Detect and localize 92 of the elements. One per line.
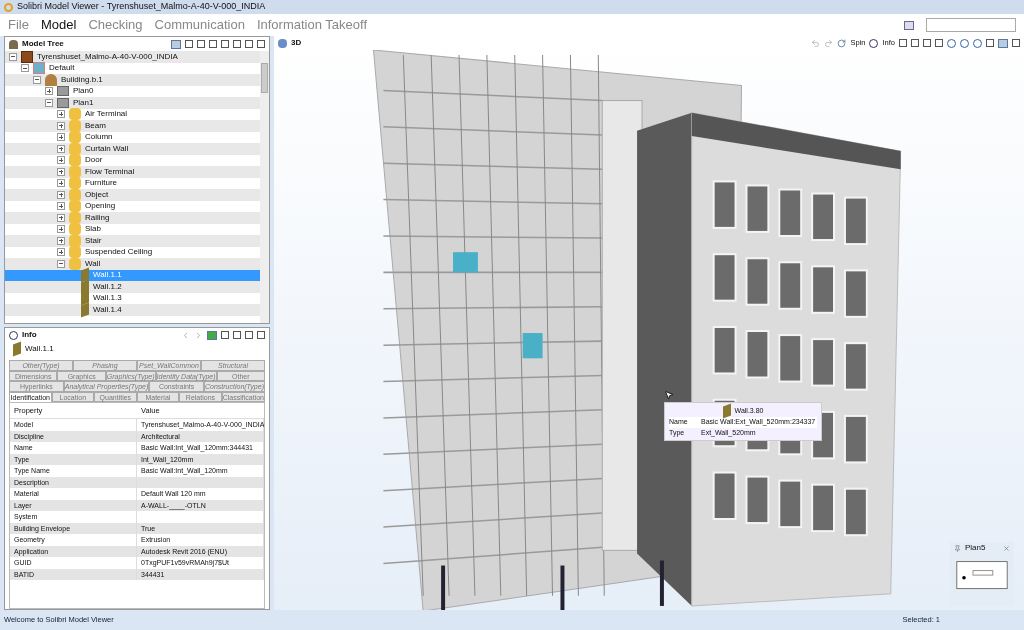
tree-item[interactable]: Flow Terminal — [5, 166, 260, 178]
expand-icon[interactable] — [57, 179, 65, 188]
folder-icon — [69, 200, 81, 213]
tree-label: Furniture — [85, 177, 117, 190]
tree-item[interactable]: Curtain Wall — [5, 143, 260, 155]
tree-label: Stair — [85, 234, 102, 247]
expand-icon[interactable] — [57, 213, 65, 222]
tree-item[interactable]: Object — [5, 189, 260, 201]
tree-item[interactable]: Beam — [5, 120, 260, 132]
tree-item[interactable]: Building.b.1 — [5, 74, 260, 86]
tree-item[interactable]: Wall — [5, 258, 260, 270]
tree-label: Wall.1.3 — [93, 292, 122, 305]
tree-label: Column — [85, 131, 113, 144]
collapse-icon[interactable] — [45, 98, 53, 107]
tree-label: Wall.1.1 — [93, 269, 122, 282]
tree-label: Building.b.1 — [61, 73, 103, 86]
folder-icon — [69, 154, 81, 167]
tree-label: Air Terminal — [85, 108, 128, 121]
app-logo-icon — [4, 2, 13, 12]
tree-label: Curtain Wall — [85, 142, 129, 155]
folder-icon — [69, 257, 81, 270]
folder-icon — [69, 142, 81, 155]
rotate-icon[interactable] — [837, 38, 847, 48]
expand-icon[interactable] — [57, 144, 65, 153]
tree-item[interactable]: Stair — [5, 235, 260, 247]
expand-icon[interactable] — [57, 190, 65, 199]
window-title: Solibri Model Viewer - Tyrenshuset_Malmo-A-40-V-000_INDIA — [17, 0, 266, 14]
tree-item[interactable]: Wall.1.2 — [5, 281, 260, 293]
panel-title: Info — [22, 329, 37, 341]
expand-icon[interactable] — [57, 156, 65, 165]
collapse-icon[interactable] — [57, 259, 65, 268]
folder-icon — [69, 211, 81, 224]
folder-icon — [69, 165, 81, 178]
collapse-icon[interactable] — [33, 75, 41, 84]
menu-tab[interactable]: Communication — [154, 15, 245, 35]
tree-label: Flow Terminal — [85, 165, 135, 178]
tree-label: Wall.1.2 — [93, 280, 122, 293]
home-icon — [9, 39, 18, 49]
folder-icon — [69, 108, 81, 121]
wall-icon — [13, 341, 21, 357]
tree-label: Slab — [85, 223, 101, 236]
search-field[interactable] — [926, 18, 1016, 32]
floor-plan-icon — [57, 97, 69, 108]
expand-icon[interactable] — [57, 248, 65, 257]
folder-icon — [69, 223, 81, 236]
tree-label: Tyrenshuset_Malmo-A-40-V-000_INDIA — [37, 51, 178, 63]
collapse-icon[interactable] — [21, 64, 29, 73]
folder-icon — [69, 177, 81, 190]
folder-icon — [69, 119, 81, 132]
tree-label: Door — [85, 154, 103, 167]
folder-icon — [69, 131, 81, 144]
scrollbar[interactable] — [260, 51, 269, 323]
tree-label: Wall.1.4 — [93, 303, 122, 316]
tree-item[interactable]: Plan1 — [5, 97, 260, 109]
expand-icon[interactable] — [57, 225, 65, 234]
expand-icon[interactable] — [57, 133, 65, 142]
expand-icon[interactable] — [57, 236, 65, 245]
selected-object-name: Wall.1.1 — [25, 343, 54, 355]
tree-label: Beam — [85, 119, 106, 132]
view-title: 3D — [291, 37, 302, 49]
panel-title: Model Tree — [22, 38, 64, 50]
tree-label: Suspended Ceiling — [85, 246, 153, 259]
tree-item[interactable]: Tyrenshuset_Malmo-A-40-V-000_INDIA — [5, 51, 260, 63]
expand-icon[interactable] — [57, 202, 65, 211]
menu-tab[interactable]: Checking — [88, 15, 143, 35]
expand-icon[interactable] — [57, 110, 65, 119]
tree-label: Object — [85, 188, 109, 201]
layer-icon — [33, 62, 45, 75]
tree-label: Default — [49, 62, 75, 75]
tree-item[interactable]: Wall.1.4 — [5, 304, 260, 316]
floor-plan-icon — [57, 86, 69, 97]
minimap-title: Plan5 — [965, 542, 987, 554]
folder-icon — [69, 234, 81, 247]
expand-icon[interactable] — [45, 87, 53, 96]
expand-icon[interactable] — [57, 121, 65, 130]
folder-icon — [69, 246, 81, 259]
menu-tab[interactable]: Model — [40, 15, 77, 35]
menu-tab[interactable]: File — [8, 15, 29, 35]
expand-icon[interactable] — [57, 167, 65, 176]
tree-label: Railing — [85, 211, 110, 224]
collapse-icon[interactable] — [9, 52, 17, 61]
tree-item[interactable]: Railing — [5, 212, 260, 224]
floor-plan-drawing — [956, 561, 1008, 590]
tree-label: Plan1 — [73, 96, 94, 109]
tree-label: Opening — [85, 200, 116, 213]
tree-label: Wall — [85, 257, 101, 270]
wall-icon — [722, 403, 731, 419]
mouse-pointer-icon — [664, 390, 674, 400]
tree-label: Plan0 — [73, 85, 94, 98]
menu-tab[interactable]: Information Takeoff — [256, 15, 367, 35]
model-icon — [21, 51, 33, 63]
folder-icon — [69, 188, 81, 201]
